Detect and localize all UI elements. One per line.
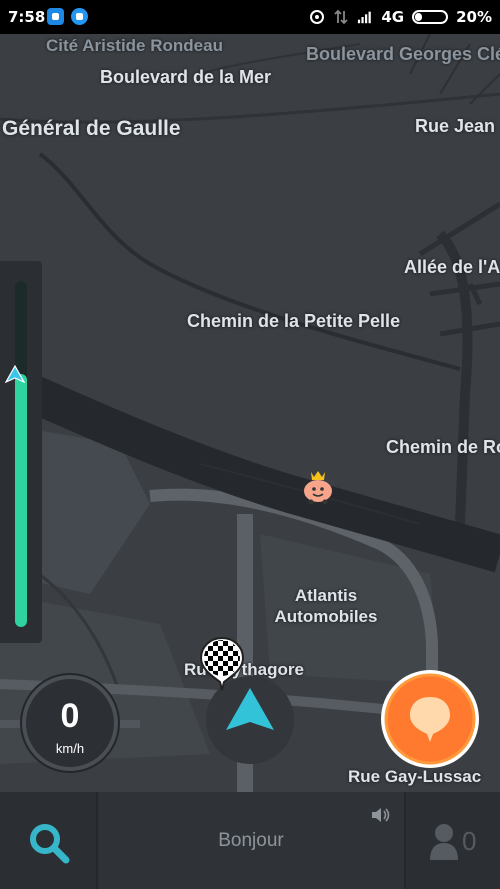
waze-screen: 7:58 4G 20% Cité Aristide Rondeau Boulev… — [0, 0, 500, 889]
speed-value: 0 — [60, 697, 80, 735]
street-label: Chemin de la Petite Pelle — [187, 311, 401, 331]
speed-unit: km/h — [55, 741, 85, 756]
route-progress-fill — [15, 374, 27, 627]
search-button[interactable] — [0, 792, 96, 889]
notification-app-icon — [47, 8, 64, 25]
street-label: Cité Aristide Rondeau — [46, 36, 223, 55]
report-button[interactable] — [379, 668, 481, 770]
speedometer: 0 km/h — [22, 675, 118, 771]
status-bar: 7:58 4G 20% — [0, 0, 500, 34]
greeting-panel[interactable]: Bonjour — [98, 792, 404, 889]
poi-label-line: Atlantis — [294, 586, 358, 605]
poi-label: Atlantis Automobiles — [266, 585, 386, 627]
user-icon — [430, 824, 458, 860]
bottom-bar: Bonjour 0 — [0, 792, 500, 889]
hotspot-icon — [310, 10, 325, 24]
speaker-icon[interactable] — [370, 806, 392, 824]
signal-icon — [358, 11, 372, 24]
data-arrows-icon — [334, 9, 348, 25]
street-label: Boulevard Georges Clé — [306, 44, 500, 64]
wazer-avatar-icon[interactable] — [301, 468, 335, 504]
route-progress-bar — [0, 261, 42, 643]
network-type: 4G — [381, 8, 405, 26]
route-progress-track — [15, 281, 27, 627]
destination-flag-icon[interactable] — [198, 636, 246, 692]
street-label: Général de Gaulle — [2, 117, 181, 140]
users-count: 0 — [462, 826, 477, 856]
street-label: Rue Jean — [415, 116, 496, 136]
greeting-text: Bonjour — [218, 830, 284, 851]
street-label: Boulevard de la Mer — [100, 67, 272, 87]
poi-label-line: Automobiles — [274, 607, 378, 626]
street-label: Chemin de Ro — [386, 437, 500, 457]
search-icon — [30, 824, 70, 864]
progress-position-icon — [5, 365, 25, 383]
notification-app-icon-2 — [71, 8, 88, 25]
street-label: Rue Gay-Lussac — [348, 767, 482, 786]
nearby-wazers-button[interactable]: 0 — [406, 792, 500, 889]
status-time: 7:58 — [8, 8, 46, 26]
street-label: Allée de l'A — [404, 257, 500, 277]
battery-percent: 20% — [456, 8, 492, 26]
battery-icon — [412, 10, 449, 24]
